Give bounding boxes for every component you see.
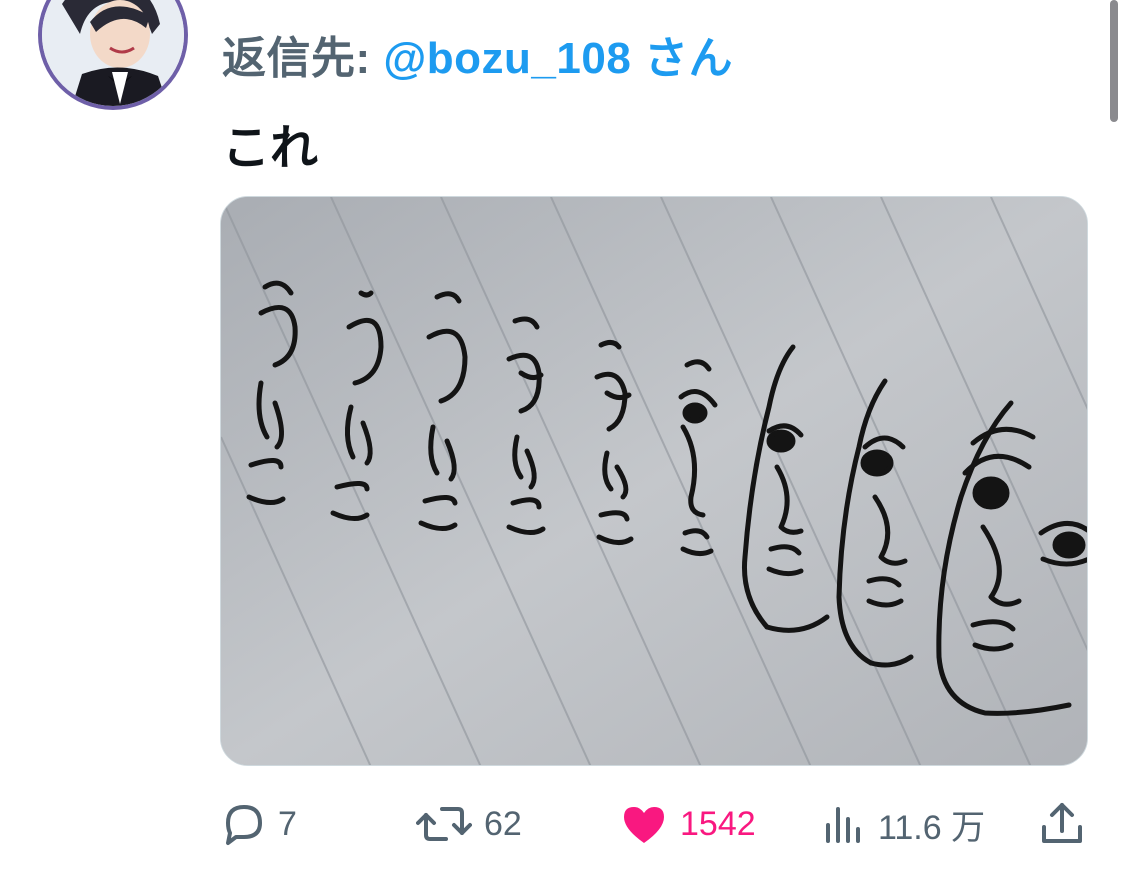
reply-to-suffix: さん: [631, 34, 734, 83]
like-count: 1542: [680, 804, 756, 843]
tweet-text: これ: [222, 122, 319, 175]
reply-count: 7: [278, 804, 297, 843]
tweet-media-image[interactable]: [220, 196, 1088, 766]
like-button[interactable]: 1542: [620, 796, 756, 852]
reply-icon: [220, 801, 266, 847]
views-count: 11.6 万: [878, 808, 986, 847]
avatar[interactable]: [38, 0, 188, 110]
retweet-count: 62: [484, 804, 522, 843]
share-icon: [1040, 801, 1084, 847]
scrollbar-thumb[interactable]: [1110, 0, 1118, 122]
tweet: 返信先: @bozu_108 さん これ 7 62 1542 11.6 万: [0, 0, 1124, 872]
share-button[interactable]: [1040, 796, 1084, 852]
reply-to-handle-link[interactable]: @bozu_108: [383, 34, 631, 83]
bar-chart-icon: [824, 801, 866, 847]
retweet-icon: [416, 801, 472, 847]
reply-button[interactable]: 7: [220, 796, 297, 852]
retweet-button[interactable]: 62: [416, 796, 522, 852]
heart-filled-icon: [620, 801, 668, 847]
reply-to-label: 返信先:: [222, 34, 384, 83]
avatar-image: [42, 0, 184, 106]
views-button[interactable]: 11.6 万: [824, 796, 985, 852]
reply-to-line: 返信先: @bozu_108 さん: [222, 22, 733, 86]
tweet-actions: 7 62 1542 11.6 万: [220, 796, 1088, 852]
